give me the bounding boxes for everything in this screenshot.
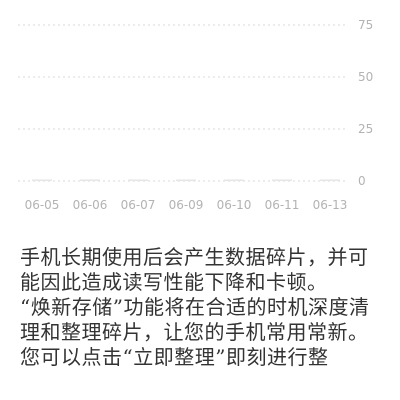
y-tick-label: 50: [358, 70, 373, 84]
description-paragraph-1: 手机长期使用后会产生数据碎片，并可能因此造成读写性能下降和卡顿。: [20, 245, 369, 294]
storage-refresh-screen: 75 50 25 0 06-05 06-06 06-07 06-09 06-10 06-11 06-…: [0, 0, 400, 400]
bar-06-10: [224, 179, 244, 181]
fragmentation-chart: 75 50 25 0 06-05 06-06 06-07 06-09 06-10 06-11 06-…: [0, 0, 400, 225]
x-tick-label: 06-11: [265, 198, 300, 212]
description-text: 手机长期使用后会产生数据碎片，并可能因此造成读写性能下降和卡顿。 “焕新存储”功…: [20, 245, 382, 370]
bar-06-07: [128, 179, 148, 181]
x-tick-label: 06-05: [25, 198, 60, 212]
y-tick-label: 0: [358, 174, 366, 188]
x-tick-label: 06-10: [217, 198, 252, 212]
y-tick-label: 75: [358, 18, 373, 32]
x-tick-label: 06-07: [121, 198, 156, 212]
description-paragraph-3: 您可以点击“立即整理”即刻进行整: [20, 345, 329, 369]
description-paragraph-2: “焕新存储”功能将在合适的时机深度清理和整理碎片，让您的手机常用常新。: [20, 295, 370, 344]
y-tick-label: 25: [358, 122, 373, 136]
bar-06-11: [272, 179, 292, 181]
bar-06-05: [32, 179, 52, 181]
bar-06-06: [80, 179, 100, 181]
x-tick-label: 06-06: [73, 198, 108, 212]
bar-06-09: [176, 179, 196, 181]
x-tick-label: 06-09: [169, 198, 204, 212]
x-tick-label: 06-13: [313, 198, 348, 212]
bar-06-13: [320, 179, 340, 181]
chart-canvas: 75 50 25 0 06-05 06-06 06-07 06-09 06-10 06-11 06-…: [18, 18, 373, 212]
